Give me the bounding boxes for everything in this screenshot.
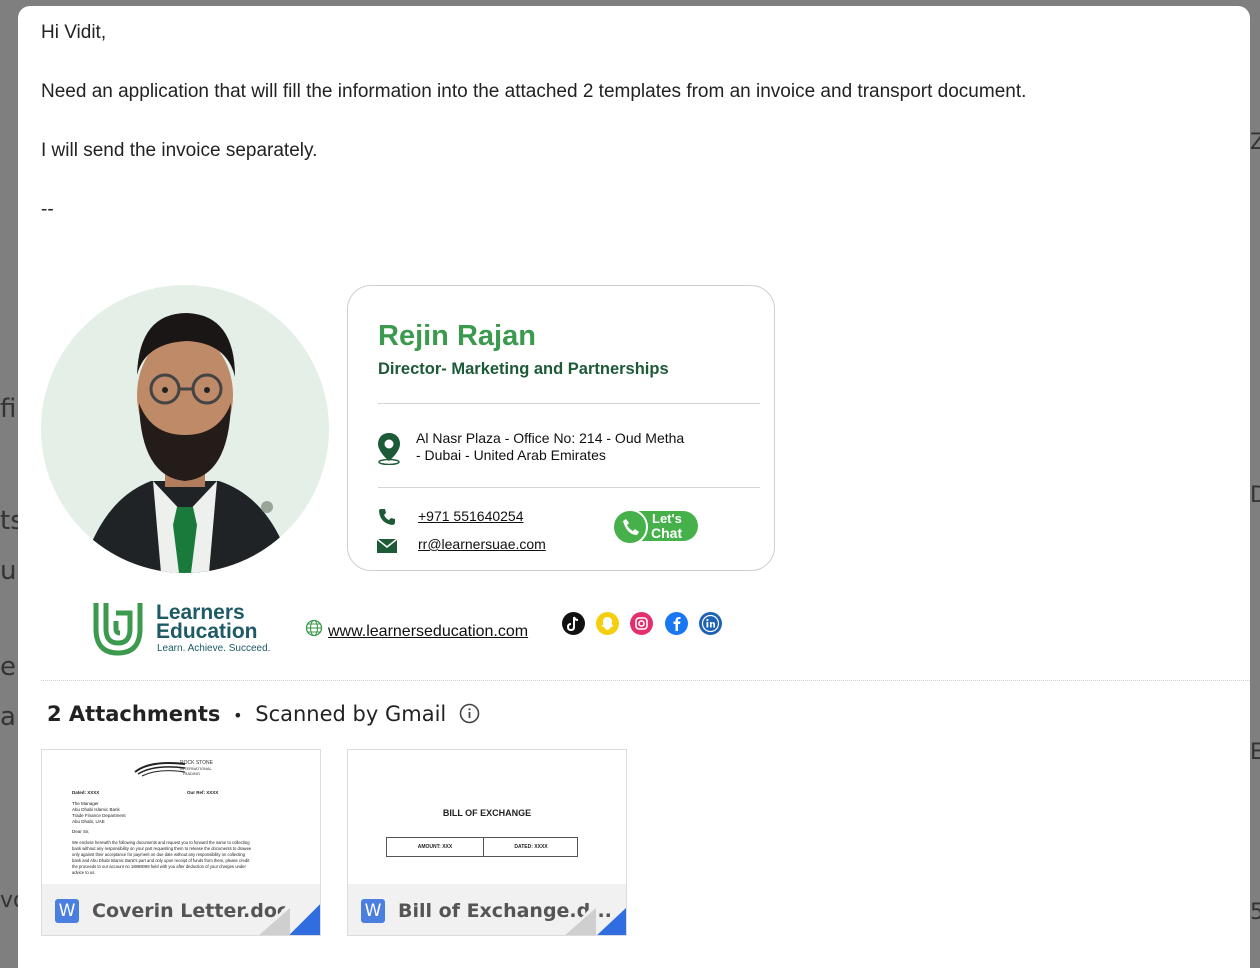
- preview-dated: Dated: XXXX: [72, 790, 100, 795]
- card-divider: [378, 403, 760, 404]
- signature-address: Al Nasr Plaza - Office No: 214 - Oud Met…: [416, 430, 706, 464]
- email-greeting: Hi Vidit,: [41, 22, 107, 43]
- info-icon[interactable]: [459, 703, 480, 729]
- email-line-1: Need an application that will fill the i…: [41, 81, 1027, 102]
- preview-body-5: the proceeds to our account no 18868069 …: [72, 864, 246, 869]
- card-divider: [378, 487, 760, 488]
- folded-corner-icon: [258, 904, 320, 935]
- attachments-divider: [41, 680, 1250, 681]
- preview-table: AMOUNT: XXX DATED: XXXX: [386, 837, 578, 857]
- preview-body-6: advice to us.: [72, 870, 96, 875]
- preview-body-4: bank and Abu Dhabi Islamic Bank's part a…: [72, 858, 250, 863]
- globe-icon: [305, 619, 323, 642]
- logo-text-line-2: Education: [156, 620, 258, 643]
- chat-label-line-1: Let's: [652, 511, 682, 526]
- signature-phone-link[interactable]: +971 551640254: [418, 508, 524, 524]
- location-pin-icon: [376, 431, 402, 470]
- word-doc-icon: W: [55, 899, 79, 923]
- preview-salutation: Dear Sir,: [72, 829, 90, 834]
- snapchat-icon[interactable]: [596, 612, 619, 635]
- facebook-icon[interactable]: [665, 612, 688, 635]
- address-line-2: - Dubai - United Arab Emirates: [416, 447, 606, 463]
- logo-tagline: Learn. Achieve. Succeed.: [157, 643, 271, 654]
- preview-our-ref: Our Ref: XXXX: [187, 790, 219, 795]
- learners-education-logo-icon: [92, 599, 144, 662]
- signature-title: Director- Marketing and Partnerships: [378, 360, 669, 378]
- preview-address-3: Trade Finance Department: [72, 813, 126, 818]
- instagram-icon[interactable]: [630, 612, 653, 635]
- background-text-fragment: D: [1250, 483, 1260, 508]
- attachments-header: 2 Attachments • Scanned by Gmail: [47, 702, 480, 729]
- folded-corner-icon: [564, 904, 626, 935]
- attachment-card[interactable]: BILL OF EXCHANGE AMOUNT: XXX DATED: XXXX…: [347, 749, 627, 936]
- address-line-1: Al Nasr Plaza - Office No: 214 - Oud Met…: [416, 430, 685, 446]
- preview-title: BILL OF EXCHANGE: [442, 808, 532, 818]
- email-preview-modal: Hi Vidit, Need an application that will …: [18, 6, 1250, 968]
- background-text-fragment: E: [1250, 740, 1260, 765]
- background-text-fragment: e: [0, 652, 16, 682]
- header-separator: •: [233, 706, 243, 725]
- background-text-fragment: a: [0, 702, 16, 732]
- preview-address-4: Abu Dhabi, UAE: [72, 819, 105, 824]
- whatsapp-chat-button[interactable]: Let's Chat: [612, 508, 700, 545]
- preview-amount: AMOUNT: XXX: [417, 844, 453, 850]
- profile-photo: [41, 285, 329, 573]
- preview-company-sub2: TRADING: [182, 771, 200, 776]
- preview-address-2: Abu Dhabi Islamic Bank: [72, 807, 120, 812]
- scanned-by-label: Scanned by Gmail: [255, 702, 447, 726]
- word-doc-icon: W: [361, 899, 385, 923]
- signature-name: Rejin Rajan: [378, 320, 536, 352]
- chat-label-line-2: Chat: [651, 525, 683, 541]
- attachment-footer: W Bill of Exchange.d...: [348, 884, 626, 935]
- preview-body-3: only against their acceptance for paymen…: [72, 852, 245, 857]
- attachment-footer: W Coverin Letter.doc: [42, 884, 320, 935]
- attachment-preview: BILL OF EXCHANGE AMOUNT: XXX DATED: XXXX: [348, 750, 626, 884]
- attachment-preview: ROCK STONE INTERNATIONAL TRADING Dated: …: [42, 750, 320, 884]
- attachment-card[interactable]: ROCK STONE INTERNATIONAL TRADING Dated: …: [41, 749, 321, 936]
- background-text-fragment: Z: [1250, 130, 1260, 155]
- phone-icon: [378, 508, 396, 531]
- background-text-fragment: 5: [1250, 900, 1260, 925]
- linkedin-icon[interactable]: [699, 612, 722, 635]
- signature-email-link[interactable]: rr@learnersuae.com: [418, 536, 546, 552]
- signature-contact-card: Rejin Rajan Director- Marketing and Part…: [347, 285, 775, 571]
- preview-body-1: We enclose herewith the following docume…: [72, 840, 250, 845]
- attachments-count: 2 Attachments: [47, 702, 221, 726]
- website-link[interactable]: www.learnerseducation.com: [328, 623, 528, 641]
- preview-dated: DATED: XXXX: [514, 844, 548, 850]
- envelope-icon: [376, 538, 398, 558]
- signature-separator: --: [41, 199, 54, 220]
- tiktok-icon[interactable]: [562, 612, 585, 635]
- preview-address-1: The Manager: [72, 801, 99, 806]
- preview-body-2: bank without any responsibility on your …: [72, 846, 252, 851]
- email-line-2: I will send the invoice separately.: [41, 140, 318, 161]
